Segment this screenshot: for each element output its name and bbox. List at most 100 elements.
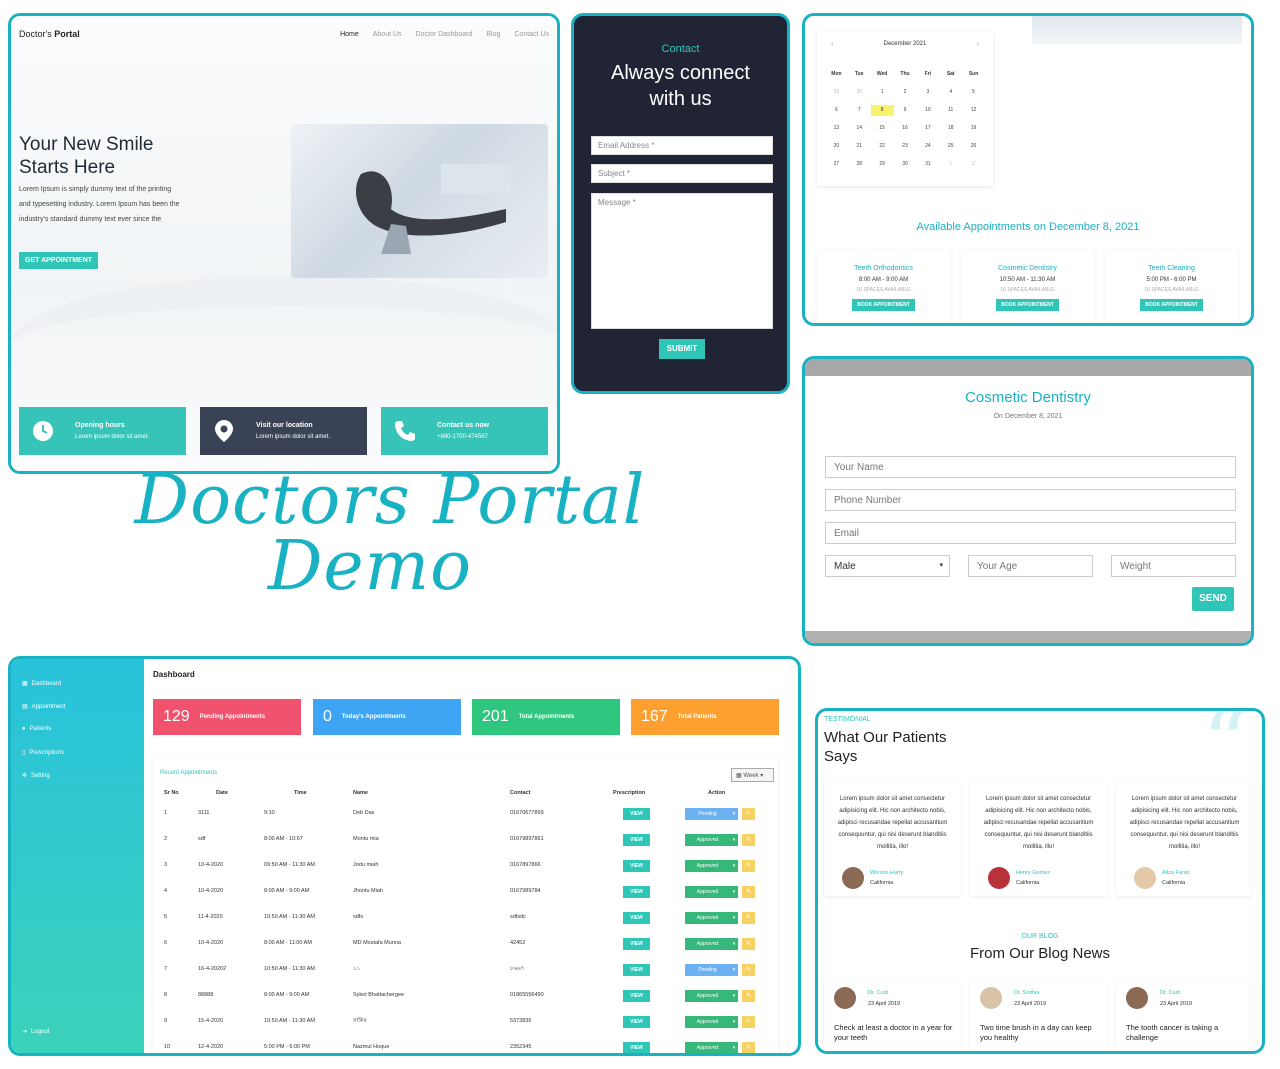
book-appointment-button[interactable]: BOOK APPOINTMENT [852,299,915,311]
calendar-day[interactable]: 10 [916,105,939,116]
view-prescription-button[interactable]: VIEW [623,938,650,950]
chevron-down-icon[interactable]: ▾ [730,1042,738,1053]
message-textarea[interactable]: Message * [591,193,773,329]
view-prescription-button[interactable]: VIEW [623,1016,650,1028]
calendar-day[interactable]: 12 [962,105,985,116]
week-filter-select[interactable]: ▦ Week ▾ [731,768,774,782]
calendar-day[interactable]: 8 [870,105,894,116]
status-select[interactable]: Pending [685,808,730,820]
nav-home[interactable]: Home [340,31,359,38]
submit-button[interactable]: SUBMIT [659,339,705,359]
calendar-day[interactable]: 2 [894,87,917,98]
sidebar-item-setting[interactable]: ✲ Setting [22,772,50,780]
phone-input[interactable]: Phone Number [825,489,1236,511]
gender-select[interactable]: Male ▾ [825,555,950,577]
site-logo[interactable]: Doctor's Portal [19,29,80,39]
sidebar-item-dashboard[interactable]: ▦ Dashboard [22,680,61,688]
nav-contact[interactable]: Contact Us [514,31,549,38]
edit-icon[interactable]: ✎ [742,990,755,1002]
calendar-day[interactable]: 29 [871,159,894,170]
next-month-icon[interactable]: › [977,41,979,48]
view-prescription-button[interactable]: VIEW [623,912,650,924]
status-select[interactable]: Approved [685,938,730,950]
chevron-down-icon[interactable]: ▾ [730,886,738,898]
age-input[interactable]: Your Age [968,555,1093,577]
status-select[interactable]: Approved [685,834,730,846]
calendar-day[interactable]: 13 [825,123,848,134]
send-button[interactable]: SEND [1192,587,1234,611]
blog-post-title[interactable]: Two time brush in a day can keep you hea… [980,1023,1100,1043]
sidebar-item-prescriptions[interactable]: ▯ Prescriptions [22,749,64,757]
status-select[interactable]: Approved [685,990,730,1002]
calendar-day[interactable]: 7 [848,105,871,116]
status-select[interactable]: Approved [685,1016,730,1028]
blog-post-title[interactable]: The tooth cancer is taking a challenge [1126,1023,1246,1043]
nav-doctor-dashboard[interactable]: Doctor Dashboard [416,31,473,38]
calendar-day[interactable]: 2 [962,159,985,170]
email-input[interactable]: Email [825,522,1236,544]
calendar-day[interactable]: 9 [894,105,917,116]
calendar-day[interactable]: 26 [962,141,985,152]
chevron-down-icon[interactable]: ▾ [730,912,738,924]
sidebar-item-appointment[interactable]: ▤ Appointment [22,703,65,711]
name-input[interactable]: Your Name [825,456,1236,478]
edit-icon[interactable]: ✎ [742,1042,755,1053]
status-select[interactable]: Approved [685,912,730,924]
calendar-day[interactable]: 31 [916,159,939,170]
calendar-day[interactable]: 30 [848,87,871,98]
status-select[interactable]: Pending [685,964,730,976]
edit-icon[interactable]: ✎ [742,938,755,950]
blog-post-title[interactable]: Check at least a doctor in a year for yo… [834,1023,954,1043]
edit-icon[interactable]: ✎ [742,886,755,898]
chevron-down-icon[interactable]: ▾ [730,808,738,820]
logout-button[interactable]: ⇥ Logout [22,1028,49,1036]
view-prescription-button[interactable]: VIEW [623,990,650,1002]
calendar-day[interactable]: 6 [825,105,848,116]
edit-icon[interactable]: ✎ [742,860,755,872]
view-prescription-button[interactable]: VIEW [623,1042,650,1053]
view-prescription-button[interactable]: VIEW [623,808,650,820]
nav-about[interactable]: About Us [373,31,402,38]
calendar-day[interactable]: 23 [894,141,917,152]
subject-input[interactable]: Subject * [591,164,773,183]
chevron-down-icon[interactable]: ▾ [730,938,738,950]
blog-card[interactable]: Dr. Cudi 23 April 2019 Check at least a do… [824,981,961,1051]
calendar-day[interactable]: 25 [939,141,962,152]
calendar-day[interactable]: 30 [894,159,917,170]
edit-icon[interactable]: ✎ [742,834,755,846]
get-appointment-button[interactable]: GET APPOINTMENT [19,252,99,269]
calendar-day[interactable]: 28 [848,159,871,170]
view-prescription-button[interactable]: VIEW [623,964,650,976]
edit-icon[interactable]: ✎ [742,1016,755,1028]
calendar-day[interactable]: 14 [848,123,871,134]
chevron-down-icon[interactable]: ▾ [730,860,738,872]
calendar-day[interactable]: 5 [962,87,985,98]
chevron-down-icon[interactable]: ▾ [730,964,738,976]
status-select[interactable]: Approved [685,860,730,872]
book-appointment-button[interactable]: BOOK APPOINTMENT [996,299,1059,311]
calendar-day[interactable]: 21 [848,141,871,152]
view-prescription-button[interactable]: VIEW [623,860,650,872]
status-select[interactable]: Approved [685,1042,730,1053]
calendar-day[interactable]: 27 [825,159,848,170]
calendar-day[interactable]: 20 [825,141,848,152]
blog-card[interactable]: Dr. Cudi 23 April 2019 The tooth cancer is… [1116,981,1253,1051]
calendar-day[interactable]: 16 [894,123,917,134]
sidebar-item-patients[interactable]: ● Patients [22,726,51,732]
chevron-down-icon[interactable]: ▾ [730,1016,738,1028]
calendar-day[interactable]: 15 [871,123,894,134]
book-appointment-button[interactable]: BOOK APPOINTMENT [1140,299,1203,311]
calendar-day[interactable]: 18 [939,123,962,134]
status-select[interactable]: Approved [685,886,730,898]
calendar-day[interactable]: 4 [939,87,962,98]
edit-icon[interactable]: ✎ [742,808,755,820]
calendar-day[interactable]: 11 [939,105,962,116]
calendar-day[interactable]: 17 [916,123,939,134]
nav-blog[interactable]: Blog [486,31,500,38]
weight-input[interactable]: Weight [1111,555,1236,577]
calendar-day[interactable]: 22 [871,141,894,152]
calendar-day[interactable]: 19 [962,123,985,134]
edit-icon[interactable]: ✎ [742,964,755,976]
calendar-day[interactable]: 1 [871,87,894,98]
view-prescription-button[interactable]: VIEW [623,834,650,846]
